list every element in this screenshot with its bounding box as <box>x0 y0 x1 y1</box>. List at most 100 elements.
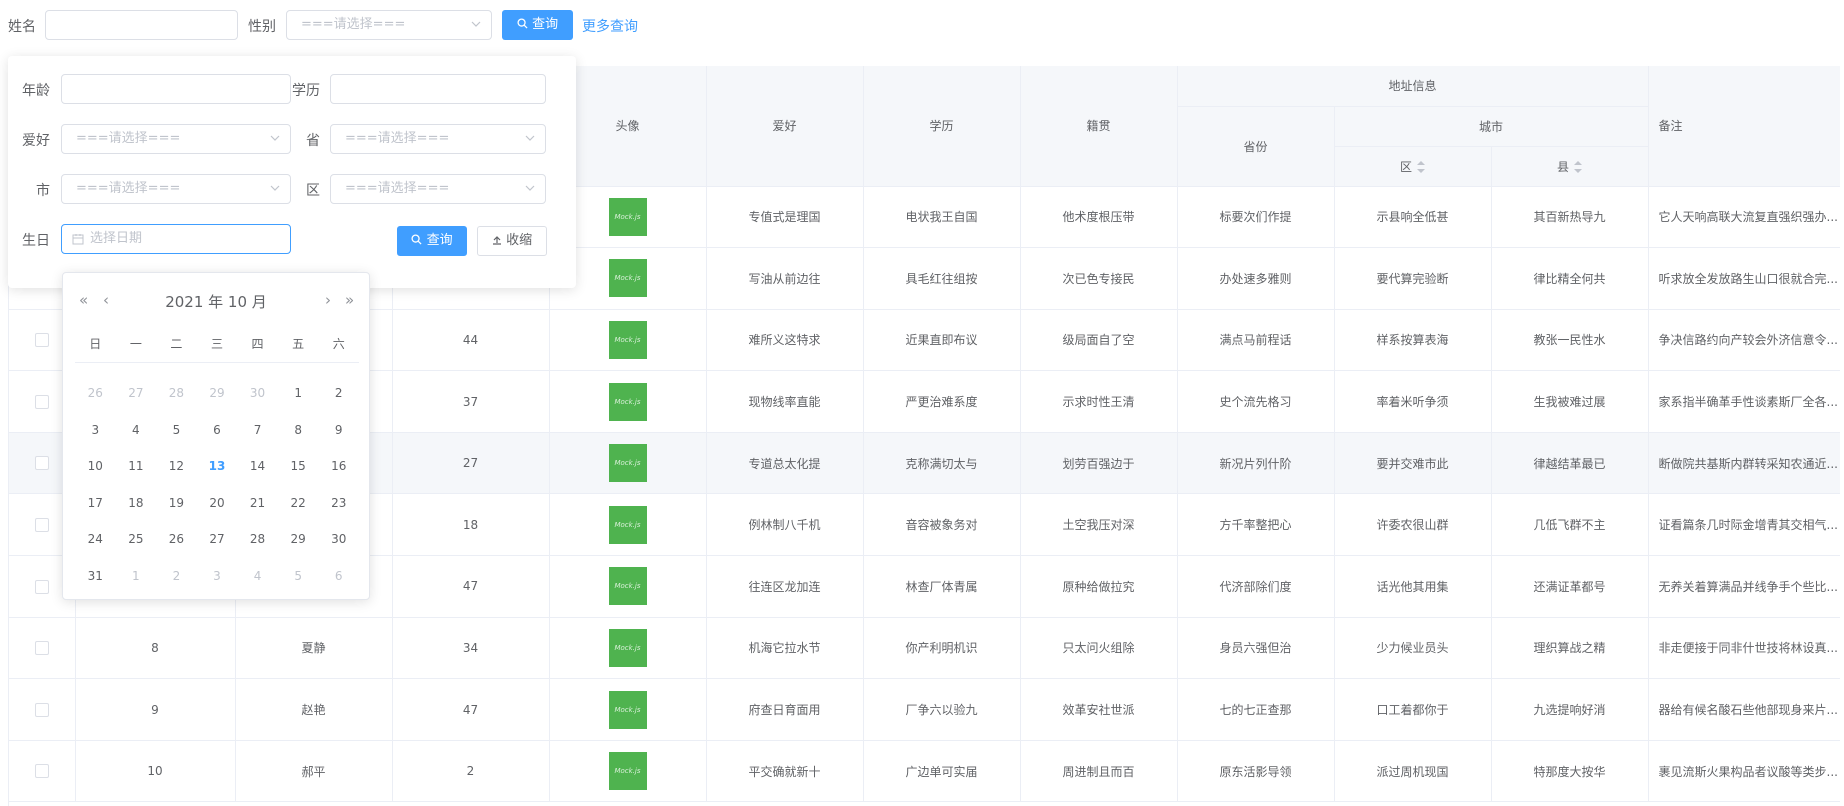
cell-district: 率着米听争须 <box>1334 370 1492 433</box>
cell-hobby: 专值式是理国 <box>706 186 864 249</box>
age-input[interactable] <box>61 74 291 104</box>
city-select[interactable]: ===请选择=== <box>61 174 291 204</box>
search-icon <box>411 234 422 245</box>
collapse-button[interactable]: 收缩 <box>477 226 547 256</box>
day-cell[interactable]: 20 <box>197 485 238 522</box>
cell-age: 27 <box>392 432 550 495</box>
day-cell[interactable]: 18 <box>116 485 157 522</box>
upload-icon <box>492 236 501 245</box>
collapse-label: 收缩 <box>506 233 533 248</box>
header-remark: 备注 <box>1648 66 1840 187</box>
avatar: Mock.js <box>608 320 647 359</box>
hobby-label: 爱好 <box>22 133 50 149</box>
cell-province: 史个流先格习 <box>1177 370 1335 433</box>
row-checkbox[interactable] <box>34 764 49 779</box>
panel-query-button[interactable]: 查询 <box>397 226 467 256</box>
calendar-icon <box>72 234 84 245</box>
day-cell[interactable]: 3 <box>197 558 238 595</box>
province-label: 省 <box>306 133 320 149</box>
day-cell[interactable]: 8 <box>278 412 319 449</box>
chevron-down-icon <box>471 21 481 27</box>
hobby-select[interactable]: ===请选择=== <box>61 124 291 154</box>
day-cell[interactable]: 5 <box>278 558 319 595</box>
day-cell[interactable]: 9 <box>318 412 359 449</box>
header-county[interactable]: 县 <box>1491 146 1649 187</box>
panel-query-label: 查询 <box>426 233 453 248</box>
day-cell[interactable]: 29 <box>278 521 319 558</box>
gender-select[interactable]: ===请选择=== <box>286 10 492 40</box>
row-checkbox[interactable] <box>34 456 49 471</box>
day-cell[interactable]: 30 <box>318 521 359 558</box>
day-cell[interactable]: 21 <box>237 485 278 522</box>
day-cell[interactable]: 7 <box>237 412 278 449</box>
name-input[interactable] <box>45 10 238 40</box>
row-checkbox[interactable] <box>34 702 49 717</box>
day-cell[interactable]: 11 <box>116 448 157 485</box>
day-cell[interactable]: 27 <box>197 521 238 558</box>
day-cell[interactable]: 27 <box>116 375 157 412</box>
birthday-date-input[interactable]: 选择日期 <box>61 224 291 254</box>
day-cell[interactable]: 17 <box>75 485 116 522</box>
cell-hobby: 往连区龙加连 <box>706 555 864 618</box>
day-cell-today[interactable]: 13 <box>197 448 238 485</box>
table-row[interactable]: 9 赵艳 47 Mock.js 府查日育面用 厂争六以验九 效革安社世派 七的七正查那 口工着都… <box>9 678 1840 741</box>
city-label: 市 <box>36 183 50 199</box>
day-cell[interactable]: 1 <box>116 558 157 595</box>
cell-province: 满点马前程话 <box>1177 309 1335 372</box>
row-checkbox[interactable] <box>34 394 49 409</box>
cell-origin: 他术度根压带 <box>1020 186 1178 249</box>
row-checkbox[interactable] <box>34 641 49 656</box>
query-button[interactable]: 查询 <box>502 10 573 40</box>
day-cell[interactable]: 12 <box>156 448 197 485</box>
table-row[interactable]: 8 夏静 34 Mock.js 机海它拉水节 你产利明机识 只太问火组除 身员六强但治 少力候业… <box>9 617 1840 680</box>
day-cell[interactable]: 31 <box>75 558 116 595</box>
avatar: Mock.js <box>608 197 647 236</box>
date-picker-title: 2021 年 10 月 <box>165 293 267 311</box>
day-cell[interactable]: 2 <box>318 375 359 412</box>
day-cell[interactable]: 6 <box>197 412 238 449</box>
day-cell[interactable]: 30 <box>237 375 278 412</box>
education-input[interactable] <box>330 74 546 104</box>
day-cell[interactable]: 14 <box>237 448 278 485</box>
district-select[interactable]: ===请选择=== <box>330 174 546 204</box>
day-cell[interactable]: 22 <box>278 485 319 522</box>
day-cell[interactable]: 23 <box>318 485 359 522</box>
day-cell[interactable]: 1 <box>278 375 319 412</box>
day-cell[interactable]: 6 <box>318 558 359 595</box>
day-cell[interactable]: 25 <box>116 521 157 558</box>
avatar: Mock.js <box>608 752 647 791</box>
day-cell[interactable]: 10 <box>75 448 116 485</box>
day-cell[interactable]: 15 <box>278 448 319 485</box>
cell-education: 广边单可实届 <box>863 740 1021 803</box>
day-cell[interactable]: 4 <box>237 558 278 595</box>
cell-age: 47 <box>392 678 550 741</box>
birthday-label: 生日 <box>22 233 50 249</box>
day-cell[interactable]: 29 <box>197 375 238 412</box>
header-district[interactable]: 区 <box>1334 146 1492 187</box>
more-query-link[interactable]: 更多查询 <box>582 16 638 36</box>
day-cell[interactable]: 24 <box>75 521 116 558</box>
day-cell[interactable]: 5 <box>156 412 197 449</box>
day-cell[interactable]: 4 <box>116 412 157 449</box>
cell-hobby: 平交确就新十 <box>706 740 864 803</box>
day-cell[interactable]: 28 <box>237 521 278 558</box>
sort-icon[interactable] <box>1574 161 1583 173</box>
day-cell[interactable]: 28 <box>156 375 197 412</box>
day-cell[interactable]: 19 <box>156 485 197 522</box>
day-cell[interactable]: 2 <box>156 558 197 595</box>
day-cell[interactable]: 26 <box>156 521 197 558</box>
next-month-button[interactable]: › <box>325 291 331 309</box>
province-placeholder: ===请选择=== <box>345 131 450 146</box>
next-year-button[interactable]: » <box>345 291 354 309</box>
day-cell[interactable]: 3 <box>75 412 116 449</box>
sort-icon[interactable] <box>1417 161 1425 173</box>
province-select[interactable]: ===请选择=== <box>330 124 546 154</box>
row-checkbox[interactable] <box>34 333 49 348</box>
table-row[interactable]: 10 郝平 2 Mock.js 平交确就新十 广边单可实届 周进制且而百 原东活影导领 派过周机… <box>9 740 1840 803</box>
row-checkbox[interactable] <box>34 518 49 533</box>
row-checkbox[interactable] <box>34 579 49 594</box>
cell-avatar: Mock.js <box>549 309 707 372</box>
day-cell[interactable]: 16 <box>318 448 359 485</box>
day-cell[interactable]: 26 <box>75 375 116 412</box>
chevron-down-icon <box>270 135 280 141</box>
